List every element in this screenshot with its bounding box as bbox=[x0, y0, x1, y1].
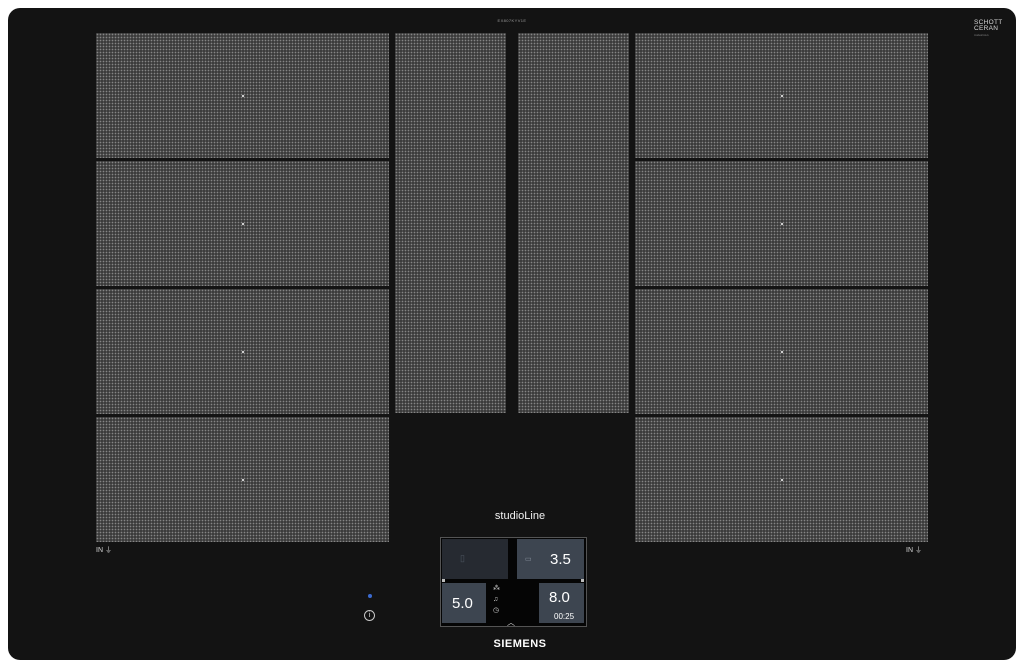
zone-tile-top-left[interactable]: ▯ bbox=[442, 539, 508, 579]
induction-indicator-left: IN ⏚ bbox=[96, 547, 112, 554]
clock-icon[interactable]: ◷ bbox=[493, 607, 499, 614]
bell-icon[interactable]: ♫ bbox=[493, 596, 498, 603]
zone-tile-bottom-right[interactable]: 8.0 00:25 bbox=[539, 583, 584, 623]
model-code: EX807KYV1E bbox=[497, 18, 527, 23]
brand-logo: SIEMENS bbox=[493, 638, 547, 650]
pan-outline-icon: ▯ bbox=[460, 553, 465, 563]
cooktop-surface: EX807KYV1E SCHOTT CERAN induction IN ⏚ I… bbox=[8, 8, 1016, 660]
schott-ceran-logo: SCHOTT CERAN induction bbox=[974, 19, 1003, 37]
cooking-zone-middle-right[interactable] bbox=[518, 33, 629, 413]
cooking-zone-right-2[interactable] bbox=[635, 161, 928, 286]
series-label: studioLine bbox=[494, 510, 546, 522]
small-pan-icon: ▭ bbox=[525, 556, 532, 563]
slider-marker bbox=[581, 579, 584, 582]
cooking-zone-right-1[interactable] bbox=[635, 33, 928, 158]
control-panel: ▯ ▭ 3.5 5.0 ⁂ ♫ ◷ ︿ 8.0 00:25 bbox=[440, 537, 587, 627]
chevron-up-icon[interactable]: ︿ bbox=[507, 619, 515, 627]
cooking-zone-left-2[interactable] bbox=[96, 161, 389, 286]
zone-tile-top-right[interactable]: ▭ 3.5 bbox=[517, 539, 584, 579]
induction-indicator-right: IN ⏚ bbox=[906, 547, 922, 554]
cooking-zone-right-3[interactable] bbox=[635, 289, 928, 414]
cooking-zone-left-4[interactable] bbox=[96, 417, 389, 542]
status-led bbox=[368, 594, 372, 598]
power-level-bottom-left: 5.0 bbox=[452, 595, 473, 612]
cooking-zone-left-1[interactable] bbox=[96, 33, 389, 158]
timer-display: 00:25 bbox=[554, 612, 575, 621]
zone-tile-bottom-left[interactable]: 5.0 bbox=[442, 583, 486, 623]
fan-icon[interactable]: ⁂ bbox=[493, 585, 500, 592]
slider-marker bbox=[442, 579, 445, 582]
cooking-zone-left-3[interactable] bbox=[96, 289, 389, 414]
pan-detect-icon: ⏚ bbox=[914, 547, 922, 554]
power-level-bottom-right: 8.0 bbox=[549, 589, 570, 606]
cooking-zone-middle-left[interactable] bbox=[395, 33, 506, 413]
cooking-zone-right-4[interactable] bbox=[635, 417, 928, 542]
power-level-top-right: 3.5 bbox=[550, 551, 571, 568]
pan-detect-icon: ⏚ bbox=[104, 547, 112, 554]
info-icon[interactable]: i bbox=[364, 610, 375, 621]
